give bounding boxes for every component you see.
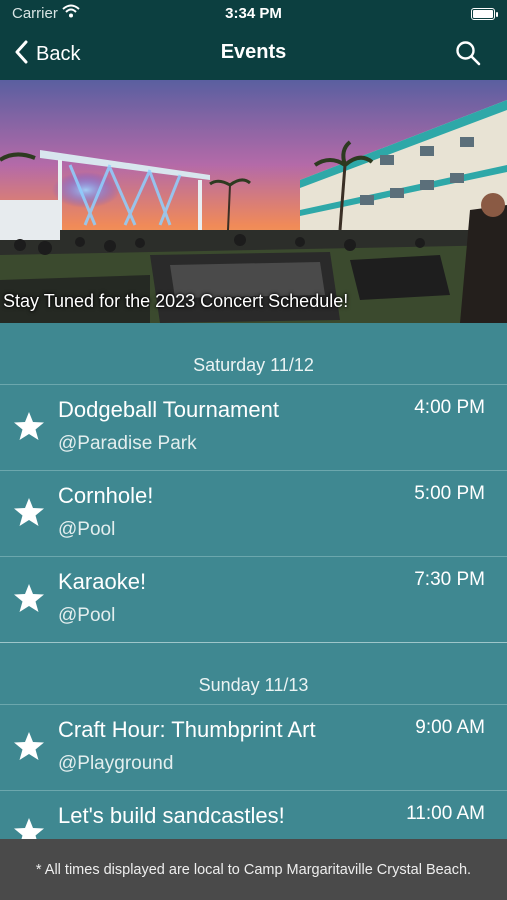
star-icon[interactable] xyxy=(13,497,45,532)
banner-caption: Stay Tuned for the 2023 Concert Schedule… xyxy=(3,291,349,311)
battery-tip xyxy=(496,12,498,17)
event-list[interactable]: Saturday 11/12 Dodgeball Tournament @Par… xyxy=(0,323,507,839)
status-time: 3:34 PM xyxy=(225,5,282,22)
event-title: Karaoke! xyxy=(58,569,147,594)
event-banner[interactable]: Stay Tuned for the 2023 Concert Schedule… xyxy=(0,80,507,323)
list-item-karaoke[interactable]: Karaoke! @Pool 7:30 PM xyxy=(0,557,507,643)
star-icon[interactable] xyxy=(13,731,45,766)
event-location: @Pool xyxy=(58,605,116,626)
list-item-cornhole[interactable]: Cornhole! @Pool 5:00 PM xyxy=(0,471,507,557)
event-title: Dodgeball Tournament xyxy=(58,397,279,422)
navigation-bar: Back Events xyxy=(0,28,507,80)
event-title: Cornhole! xyxy=(58,483,154,508)
event-location: @Playground xyxy=(58,753,174,774)
star-icon[interactable] xyxy=(13,817,45,839)
event-time: 11:00 AM xyxy=(406,803,485,824)
concert-photo xyxy=(0,80,507,323)
star-icon[interactable] xyxy=(13,411,45,446)
event-location: @Paradise Park xyxy=(58,433,197,454)
day-header: Sunday 11/13 xyxy=(0,643,507,705)
event-title: Craft Hour: Thumbprint Art xyxy=(58,717,316,742)
timezone-disclaimer: * All times displayed are local to Camp … xyxy=(0,839,507,900)
battery-icon xyxy=(471,8,495,20)
event-time: 7:30 PM xyxy=(414,569,485,590)
page-title: Events xyxy=(220,41,287,63)
day-header: Saturday 11/12 xyxy=(0,323,507,385)
search-icon[interactable] xyxy=(455,40,481,71)
status-bar: Carrier 3:34 PM xyxy=(0,0,507,28)
list-item-sandcastles[interactable]: Let's build sandcastles! 11:00 AM xyxy=(0,791,507,839)
event-time: 9:00 AM xyxy=(415,717,485,738)
list-item-dodgeball-tournament[interactable]: Dodgeball Tournament @Paradise Park 4:00… xyxy=(0,385,507,471)
event-time: 4:00 PM xyxy=(414,397,485,418)
event-location: @Pool xyxy=(58,519,116,540)
event-time: 5:00 PM xyxy=(414,483,485,504)
list-item-craft-hour[interactable]: Craft Hour: Thumbprint Art @Playground 9… xyxy=(0,705,507,791)
star-icon[interactable] xyxy=(13,583,45,618)
event-title: Let's build sandcastles! xyxy=(58,803,285,828)
